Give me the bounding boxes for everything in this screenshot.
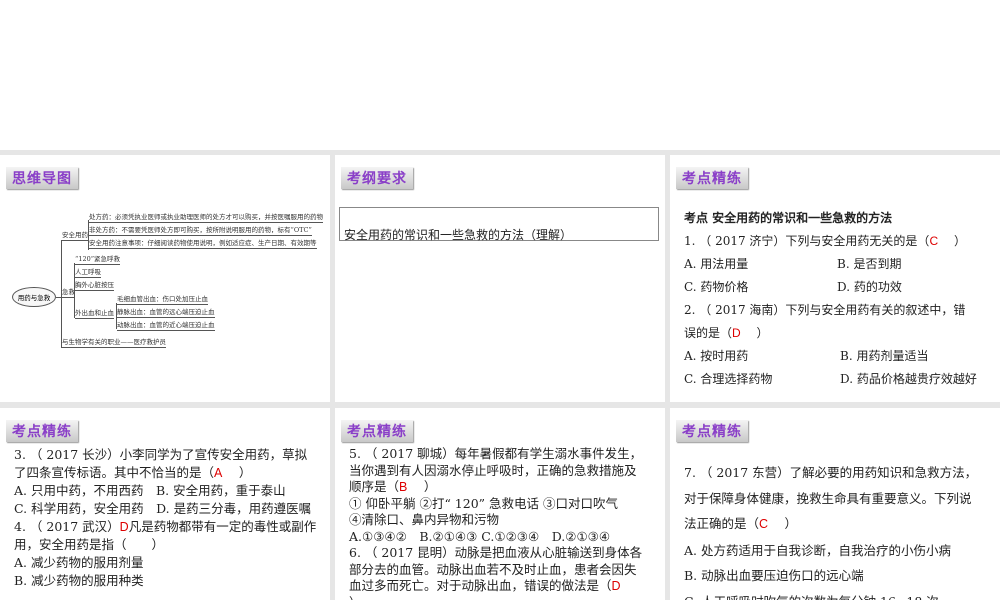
text-line: C. 药物价格 D. 药的功效 <box>684 276 990 299</box>
text-line: 部分去的血管。动脉出血若不及时止血，患者会因失 <box>349 561 637 577</box>
option: B. 动脉出血要压迫伤口的远心端 <box>684 568 864 583</box>
option: A. 处方药适用于自我诊断，自我治疗的小伤小病 <box>684 542 951 558</box>
panel-title: 考点精练 <box>341 420 413 442</box>
practice-panel-3[interactable]: 考点精练 5. （ 2017 聊城）每年暑假都有学生溺水事件发生， 当你遇到有人… <box>335 408 665 600</box>
answer: D <box>732 326 741 340</box>
option: B. 减少药物的服用种类 <box>14 573 144 588</box>
question-6: 6. （ 2017 昆明）动脉是把血液从心脏输送到身体各 <box>349 545 643 560</box>
mindmap-node: 胸外心脏按压 <box>75 281 114 291</box>
question-7: 7. （ 2017 东营）了解必要的用药知识和急救方法， <box>684 465 978 480</box>
text-line: 7. （ 2017 东营）了解必要的用药知识和急救方法， 对于保障身体健康，挽救… <box>684 460 990 600</box>
answer: D <box>119 520 129 534</box>
text-line: A. 按时用药 B. 用药剂量适当 <box>684 345 990 368</box>
mindmap-safe: 安全用药 <box>62 231 88 241</box>
mindmap-node: 与生物学有关的职业——医疗救护员 <box>62 338 166 348</box>
text-line: ） <box>238 465 252 480</box>
text-line: 对于保障身体健康，挽救生命具有重要意义。下列说 <box>684 490 972 506</box>
text-line: ） <box>756 326 769 340</box>
panel-title: 考点精练 <box>6 420 78 442</box>
question-1: 1. （ 2017 济宁）下列与安全用药无关的是（C ） <box>684 230 990 253</box>
outline-box: 安全用药的常识和一些急救的方法（理解） <box>339 207 659 242</box>
question-3: 3. （ 2017 长沙）小李同学为了宣传安全用药，草拟 <box>14 447 308 462</box>
slide-grid: 思维导图 用药与急救 安全用药 处方药：必须凭执业医师或执业助理医师的处方才可以… <box>0 150 1000 600</box>
option: D. 药品价格越贵疗效越好 <box>840 372 977 386</box>
mindmap-node: “120”紧急呼救 <box>75 255 121 265</box>
text-line: 血过多而死亡。对于动脉出血，错误的做法是（ <box>349 578 612 593</box>
practice-panel-4[interactable]: 考点精练 7. （ 2017 东营）了解必要的用药知识和急救方法， 对于保障身体… <box>670 408 1000 600</box>
panel-title: 考纲要求 <box>341 167 413 189</box>
text-line: ） <box>349 595 362 600</box>
section-heading: 考点 安全用药的常识和一些急救的方法 <box>684 211 893 225</box>
mindmap-node: 静脉出血：血管的远心端压迫止血 <box>117 308 215 318</box>
option: A. 减少药物的服用剂量 <box>14 555 144 570</box>
answer: D <box>611 579 621 593</box>
option: A. 只用中药，不用西药 B. 安全用药，重于泰山 <box>14 483 286 498</box>
text-line: 4. （ 2017 武汉） <box>14 519 120 534</box>
text-line: 3. （ 2017 长沙）小李同学为了宣传安全用药，草拟 了四条宣传标语。其中不… <box>14 446 320 590</box>
text-line: ① 仰卧平躺 ②打“ 120” 急救电话 ③口对口吹气 <box>349 495 619 511</box>
text-line: ） <box>784 516 798 531</box>
text-line: ） <box>423 479 437 494</box>
text-line: 血过多而死亡。对于动脉出血，错误的做法是（D <box>349 578 655 595</box>
answer: C <box>929 234 939 248</box>
mindmap-node: 人工呼吸 <box>75 268 101 278</box>
option: C. 合理选择药物 <box>684 372 773 386</box>
text-line: 法正确的是（ <box>684 516 760 531</box>
text-line: 了四条宣传标语。其中不恰当的是（ <box>14 465 215 480</box>
option: A. 按时用药 <box>684 349 749 363</box>
text-line: 了四条宣传标语。其中不恰当的是（A ） <box>14 464 320 482</box>
practice-panel-2[interactable]: 考点精练 3. （ 2017 长沙）小李同学为了宣传安全用药，草拟 了四条宣传标… <box>0 408 330 600</box>
question-4: 4. （ 2017 武汉）D凡是药物都带有一定的毒性或副作 <box>14 518 320 536</box>
mindmap-node: 安全用药注意事项：仔细阅读药物使用说明，例如适应症、生产日期、有效期等 <box>89 239 317 249</box>
mindmap-root: 用药与急救 <box>12 287 56 307</box>
option: D. 药的功效 <box>837 280 902 294</box>
text-line: 误的是（ <box>684 326 733 340</box>
mindmap-node: 毛细血管出血：伤口处加压止血 <box>117 295 208 305</box>
option: C. 人工呼吸时吹气的次数为每分钟 16~18 次 <box>684 589 990 600</box>
question-2: 2. （ 2017 海南）下列与安全用药有关的叙述中，错 <box>684 303 966 317</box>
text-line: A. 用法用量 B. 是否到期 <box>684 253 990 276</box>
text-line: C. 合理选择药物 D. 药品价格越贵疗效越好 <box>684 368 990 391</box>
option: B. 用药剂量适当 <box>840 349 929 363</box>
mind-map-panel[interactable]: 思维导图 用药与急救 安全用药 处方药：必须凭执业医师或执业助理医师的处方才可以… <box>0 155 330 402</box>
text-line: ） <box>349 595 655 600</box>
text-line: 顺序是（B ） <box>349 479 655 496</box>
mindmap-node: 处方药：必须凭执业医师或执业助理医师的处方才可以购买，并按医嘱服用的药物 <box>89 213 323 223</box>
mindmap-node: 非处方药：不需要凭医师处方即可购买，按所附说明服用的药物，标有“OTC” <box>89 226 312 236</box>
text-line: 顺序是（ <box>349 479 400 494</box>
blank-header <box>0 0 1000 150</box>
panel-title: 考点精练 <box>676 167 748 189</box>
option: C. 科学用药，安全用药 D. 是药三分毒，用药遵医嘱 <box>14 501 312 516</box>
mindmap-node: 动脉出血：血管的近心端压迫止血 <box>117 321 215 331</box>
text-line: ） <box>953 234 966 248</box>
options: A.①③④② B.②①④③ C.①②③④ D.②①③④ <box>349 528 611 544</box>
answer: C <box>759 517 769 531</box>
practice-panel-1[interactable]: 考点精练 考点 安全用药的常识和一些急救的方法 1. （ 2017 济宁）下列与… <box>670 155 1000 402</box>
answer: A <box>214 466 223 480</box>
question-5: 5. （ 2017 聊城）每年暑假都有学生溺水事件发生， <box>349 446 643 461</box>
panel-title: 思维导图 <box>6 167 78 189</box>
text-line: 当你遇到有人因溺水停止呼吸时，正确的急救措施及 <box>349 462 637 478</box>
answer: B <box>399 480 408 494</box>
text-line: 考点 安全用药的常识和一些急救的方法 1. （ 2017 济宁）下列与安全用药无… <box>684 207 990 391</box>
text-line: 凡是药物都带有一定的毒性或副作 <box>128 519 317 534</box>
text-line: 5. （ 2017 聊城）每年暑假都有学生溺水事件发生， 当你遇到有人因溺水停止… <box>349 446 655 600</box>
text-line: { "mindmap":{"title":"思维导图","root":"用药与急… <box>0 0 1000 600</box>
text-line: 1. （ 2017 济宁）下列与安全用药无关的是（ <box>684 234 930 248</box>
mindmap-node: 外出血和止血 <box>75 309 114 319</box>
outline-panel[interactable]: 考纲要求 安全用药的常识和一些急救的方法（理解） <box>335 155 665 402</box>
text-line: 法正确的是（C ） <box>684 511 990 538</box>
option: B. 是否到期 <box>837 257 902 271</box>
option: A. 用法用量 <box>684 257 749 271</box>
option: C. 药物价格 <box>684 280 749 294</box>
panel-title: 考点精练 <box>676 420 748 442</box>
text-line: 用，安全用药是指（ ） <box>14 537 165 552</box>
text-line: 误的是（D ） <box>684 322 990 345</box>
text-line: ④清除口、鼻内异物和污物 <box>349 512 500 527</box>
